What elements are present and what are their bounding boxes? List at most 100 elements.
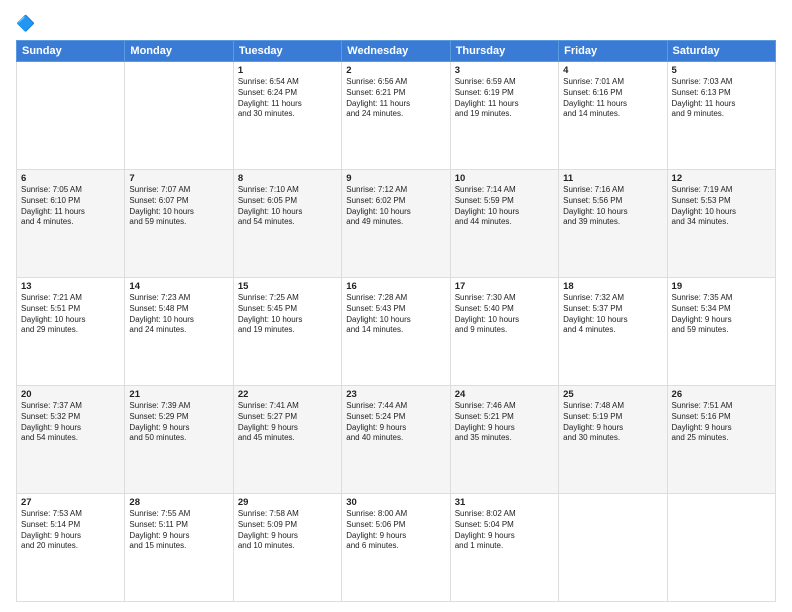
day-info: Sunrise: 6:56 AM Sunset: 6:21 PM Dayligh…	[346, 77, 445, 120]
day-cell: 19Sunrise: 7:35 AM Sunset: 5:34 PM Dayli…	[667, 278, 775, 386]
day-number: 21	[129, 389, 228, 400]
svg-text:🔷: 🔷	[16, 15, 35, 33]
logo: 🔷	[16, 12, 42, 34]
day-number: 30	[346, 497, 445, 508]
day-number: 24	[455, 389, 554, 400]
weekday-header-monday: Monday	[125, 41, 233, 62]
day-info: Sunrise: 7:39 AM Sunset: 5:29 PM Dayligh…	[129, 401, 228, 444]
day-info: Sunrise: 7:30 AM Sunset: 5:40 PM Dayligh…	[455, 293, 554, 336]
day-cell: 16Sunrise: 7:28 AM Sunset: 5:43 PM Dayli…	[342, 278, 450, 386]
day-cell: 15Sunrise: 7:25 AM Sunset: 5:45 PM Dayli…	[233, 278, 341, 386]
day-info: Sunrise: 7:25 AM Sunset: 5:45 PM Dayligh…	[238, 293, 337, 336]
day-info: Sunrise: 7:01 AM Sunset: 6:16 PM Dayligh…	[563, 77, 662, 120]
day-number: 5	[672, 65, 771, 76]
day-number: 14	[129, 281, 228, 292]
day-cell: 12Sunrise: 7:19 AM Sunset: 5:53 PM Dayli…	[667, 170, 775, 278]
day-cell: 25Sunrise: 7:48 AM Sunset: 5:19 PM Dayli…	[559, 386, 667, 494]
day-cell: 8Sunrise: 7:10 AM Sunset: 6:05 PM Daylig…	[233, 170, 341, 278]
weekday-header-friday: Friday	[559, 41, 667, 62]
day-number: 22	[238, 389, 337, 400]
weekday-header-tuesday: Tuesday	[233, 41, 341, 62]
day-number: 26	[672, 389, 771, 400]
day-number: 8	[238, 173, 337, 184]
day-info: Sunrise: 7:05 AM Sunset: 6:10 PM Dayligh…	[21, 185, 120, 228]
day-info: Sunrise: 7:37 AM Sunset: 5:32 PM Dayligh…	[21, 401, 120, 444]
day-number: 27	[21, 497, 120, 508]
day-cell: 17Sunrise: 7:30 AM Sunset: 5:40 PM Dayli…	[450, 278, 558, 386]
day-info: Sunrise: 7:23 AM Sunset: 5:48 PM Dayligh…	[129, 293, 228, 336]
day-number: 18	[563, 281, 662, 292]
day-cell: 9Sunrise: 7:12 AM Sunset: 6:02 PM Daylig…	[342, 170, 450, 278]
day-info: Sunrise: 7:03 AM Sunset: 6:13 PM Dayligh…	[672, 77, 771, 120]
day-info: Sunrise: 7:21 AM Sunset: 5:51 PM Dayligh…	[21, 293, 120, 336]
week-row-3: 13Sunrise: 7:21 AM Sunset: 5:51 PM Dayli…	[17, 278, 776, 386]
day-cell: 3Sunrise: 6:59 AM Sunset: 6:19 PM Daylig…	[450, 62, 558, 170]
day-cell: 11Sunrise: 7:16 AM Sunset: 5:56 PM Dayli…	[559, 170, 667, 278]
day-number: 16	[346, 281, 445, 292]
weekday-header-thursday: Thursday	[450, 41, 558, 62]
day-number: 13	[21, 281, 120, 292]
day-cell: 5Sunrise: 7:03 AM Sunset: 6:13 PM Daylig…	[667, 62, 775, 170]
week-row-2: 6Sunrise: 7:05 AM Sunset: 6:10 PM Daylig…	[17, 170, 776, 278]
day-number: 9	[346, 173, 445, 184]
day-cell: 4Sunrise: 7:01 AM Sunset: 6:16 PM Daylig…	[559, 62, 667, 170]
week-row-4: 20Sunrise: 7:37 AM Sunset: 5:32 PM Dayli…	[17, 386, 776, 494]
day-number: 2	[346, 65, 445, 76]
day-cell: 18Sunrise: 7:32 AM Sunset: 5:37 PM Dayli…	[559, 278, 667, 386]
day-cell: 13Sunrise: 7:21 AM Sunset: 5:51 PM Dayli…	[17, 278, 125, 386]
day-number: 7	[129, 173, 228, 184]
day-info: Sunrise: 7:48 AM Sunset: 5:19 PM Dayligh…	[563, 401, 662, 444]
day-number: 28	[129, 497, 228, 508]
day-cell: 10Sunrise: 7:14 AM Sunset: 5:59 PM Dayli…	[450, 170, 558, 278]
day-cell: 2Sunrise: 6:56 AM Sunset: 6:21 PM Daylig…	[342, 62, 450, 170]
day-number: 31	[455, 497, 554, 508]
day-cell	[667, 494, 775, 602]
day-info: Sunrise: 7:55 AM Sunset: 5:11 PM Dayligh…	[129, 509, 228, 552]
day-info: Sunrise: 7:51 AM Sunset: 5:16 PM Dayligh…	[672, 401, 771, 444]
week-row-5: 27Sunrise: 7:53 AM Sunset: 5:14 PM Dayli…	[17, 494, 776, 602]
day-cell: 6Sunrise: 7:05 AM Sunset: 6:10 PM Daylig…	[17, 170, 125, 278]
day-number: 3	[455, 65, 554, 76]
day-info: Sunrise: 6:59 AM Sunset: 6:19 PM Dayligh…	[455, 77, 554, 120]
day-info: Sunrise: 8:00 AM Sunset: 5:06 PM Dayligh…	[346, 509, 445, 552]
day-cell: 20Sunrise: 7:37 AM Sunset: 5:32 PM Dayli…	[17, 386, 125, 494]
day-info: Sunrise: 7:12 AM Sunset: 6:02 PM Dayligh…	[346, 185, 445, 228]
day-number: 4	[563, 65, 662, 76]
day-info: Sunrise: 7:46 AM Sunset: 5:21 PM Dayligh…	[455, 401, 554, 444]
day-cell: 7Sunrise: 7:07 AM Sunset: 6:07 PM Daylig…	[125, 170, 233, 278]
day-cell: 14Sunrise: 7:23 AM Sunset: 5:48 PM Dayli…	[125, 278, 233, 386]
day-cell	[559, 494, 667, 602]
day-cell: 29Sunrise: 7:58 AM Sunset: 5:09 PM Dayli…	[233, 494, 341, 602]
day-number: 25	[563, 389, 662, 400]
day-info: Sunrise: 7:58 AM Sunset: 5:09 PM Dayligh…	[238, 509, 337, 552]
day-info: Sunrise: 7:14 AM Sunset: 5:59 PM Dayligh…	[455, 185, 554, 228]
day-cell: 23Sunrise: 7:44 AM Sunset: 5:24 PM Dayli…	[342, 386, 450, 494]
calendar-table: SundayMondayTuesdayWednesdayThursdayFrid…	[16, 40, 776, 602]
day-info: Sunrise: 7:44 AM Sunset: 5:24 PM Dayligh…	[346, 401, 445, 444]
week-row-1: 1Sunrise: 6:54 AM Sunset: 6:24 PM Daylig…	[17, 62, 776, 170]
day-cell	[17, 62, 125, 170]
weekday-header-saturday: Saturday	[667, 41, 775, 62]
day-info: Sunrise: 8:02 AM Sunset: 5:04 PM Dayligh…	[455, 509, 554, 552]
day-cell: 27Sunrise: 7:53 AM Sunset: 5:14 PM Dayli…	[17, 494, 125, 602]
day-cell: 22Sunrise: 7:41 AM Sunset: 5:27 PM Dayli…	[233, 386, 341, 494]
day-cell: 31Sunrise: 8:02 AM Sunset: 5:04 PM Dayli…	[450, 494, 558, 602]
day-number: 19	[672, 281, 771, 292]
day-number: 6	[21, 173, 120, 184]
day-number: 20	[21, 389, 120, 400]
day-info: Sunrise: 7:28 AM Sunset: 5:43 PM Dayligh…	[346, 293, 445, 336]
day-number: 10	[455, 173, 554, 184]
day-cell: 28Sunrise: 7:55 AM Sunset: 5:11 PM Dayli…	[125, 494, 233, 602]
day-cell: 1Sunrise: 6:54 AM Sunset: 6:24 PM Daylig…	[233, 62, 341, 170]
weekday-header-sunday: Sunday	[17, 41, 125, 62]
day-info: Sunrise: 7:53 AM Sunset: 5:14 PM Dayligh…	[21, 509, 120, 552]
day-info: Sunrise: 6:54 AM Sunset: 6:24 PM Dayligh…	[238, 77, 337, 120]
logo-bird-icon: 🔷	[16, 12, 38, 34]
calendar-page: 🔷 SundayMondayTuesdayWednesdayThursdayFr…	[0, 0, 792, 612]
day-info: Sunrise: 7:10 AM Sunset: 6:05 PM Dayligh…	[238, 185, 337, 228]
day-cell: 21Sunrise: 7:39 AM Sunset: 5:29 PM Dayli…	[125, 386, 233, 494]
day-cell: 30Sunrise: 8:00 AM Sunset: 5:06 PM Dayli…	[342, 494, 450, 602]
day-number: 29	[238, 497, 337, 508]
header: 🔷	[16, 12, 776, 34]
day-info: Sunrise: 7:35 AM Sunset: 5:34 PM Dayligh…	[672, 293, 771, 336]
